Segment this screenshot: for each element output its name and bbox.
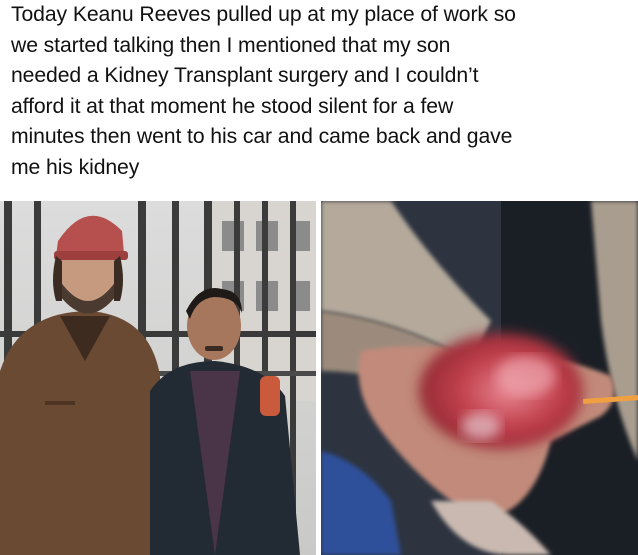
meme-caption: Today Keanu Reeves pulled up at my place… [11,3,516,179]
two-men-posing-photo-icon [0,201,316,555]
hand-holding-bloody-organ-photo-icon [321,201,638,555]
two-men-photo [0,201,316,555]
hand-organ-photo [321,201,638,555]
photo-collage [0,201,638,555]
